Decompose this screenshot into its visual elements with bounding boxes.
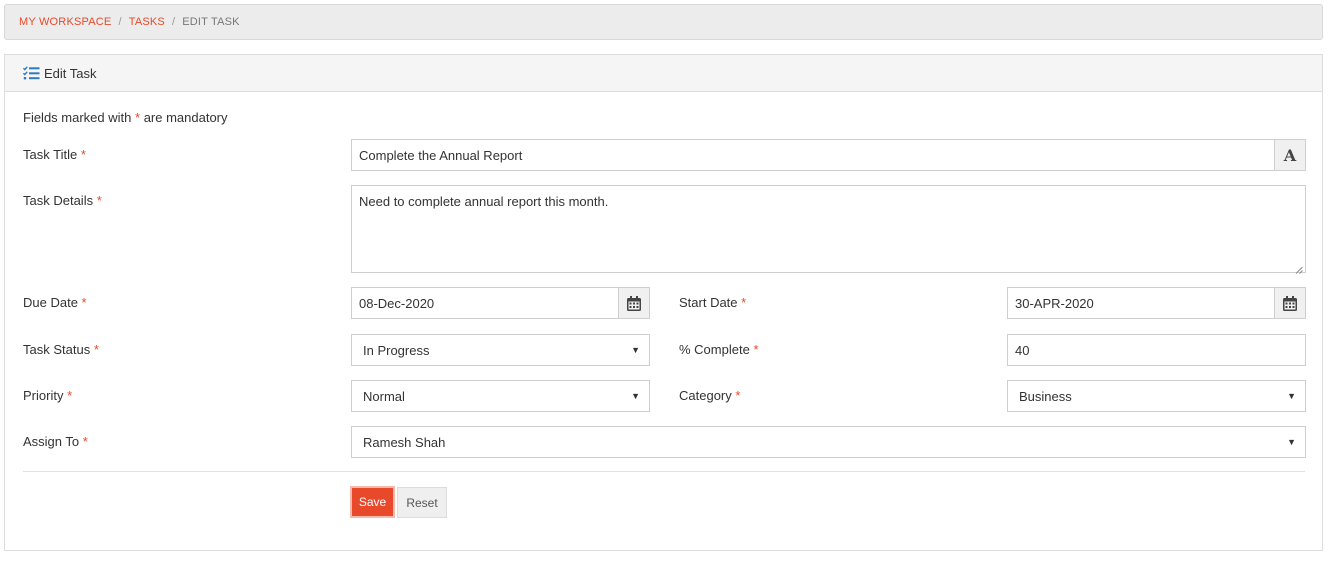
- start-date-label-text: Start Date: [679, 295, 738, 310]
- task-status-select[interactable]: In Progress ▼: [351, 334, 650, 366]
- assign-to-label: Assign To *: [23, 434, 88, 449]
- resize-grip-icon[interactable]: [1295, 262, 1303, 274]
- breadcrumb-my-workspace[interactable]: My Workspace: [19, 16, 111, 28]
- font-icon: A: [1283, 145, 1297, 165]
- task-status-label-text: Task Status: [23, 342, 91, 357]
- save-button[interactable]: Save: [350, 486, 395, 518]
- required-star: *: [67, 388, 73, 403]
- start-date-input[interactable]: 30-APR-2020: [1007, 287, 1306, 319]
- due-date-input[interactable]: 08-Dec-2020: [351, 287, 650, 319]
- mandatory-note-prefix: Fields marked with: [23, 110, 132, 125]
- priority-label: Priority *: [23, 388, 72, 403]
- assign-to-value: Ramesh Shah: [363, 434, 446, 450]
- task-details-label: Task Details *: [23, 193, 102, 208]
- percent-complete-input[interactable]: 40: [1007, 334, 1306, 366]
- required-star: *: [753, 342, 759, 357]
- percent-complete-value: 40: [1015, 342, 1030, 358]
- required-star: *: [93, 342, 99, 357]
- due-date-label: Due Date *: [23, 295, 87, 310]
- calendar-icon: [627, 295, 641, 311]
- assign-to-label-text: Assign To: [23, 434, 80, 449]
- priority-select[interactable]: Normal ▼: [351, 380, 650, 412]
- required-star: *: [81, 295, 87, 310]
- start-date-label: Start Date *: [679, 295, 746, 310]
- required-star: *: [741, 295, 747, 310]
- priority-label-text: Priority: [23, 388, 64, 403]
- task-list-icon: [22, 66, 40, 80]
- category-select[interactable]: Business ▼: [1007, 380, 1306, 412]
- calendar-icon: [1283, 295, 1297, 311]
- edit-task-panel: Edit Task Fields marked with * are manda…: [4, 54, 1323, 551]
- chevron-down-icon: ▼: [1287, 437, 1296, 447]
- panel-header: Edit Task: [5, 55, 1322, 92]
- breadcrumb: My Workspace / Tasks / Edit Task: [4, 4, 1323, 40]
- category-label: Category *: [679, 388, 740, 403]
- start-date-calendar-button[interactable]: [1274, 287, 1306, 319]
- task-details-label-text: Task Details: [23, 193, 94, 208]
- required-star: *: [96, 193, 102, 208]
- category-value: Business: [1019, 388, 1072, 404]
- breadcrumb-tasks[interactable]: Tasks: [129, 16, 165, 28]
- mandatory-note: Fields marked with * are mandatory: [23, 110, 228, 125]
- task-title-input[interactable]: Complete the Annual Report A: [351, 139, 1306, 171]
- task-title-label: Task Title *: [23, 147, 86, 162]
- reset-button[interactable]: Reset: [397, 487, 447, 518]
- task-title-label-text: Task Title: [23, 147, 78, 162]
- due-date-label-text: Due Date: [23, 295, 78, 310]
- form-divider: [23, 471, 1305, 472]
- required-star: *: [135, 110, 141, 125]
- percent-complete-label-text: % Complete: [679, 342, 750, 357]
- due-date-value: 08-Dec-2020: [359, 295, 435, 311]
- assign-to-select[interactable]: Ramesh Shah ▼: [351, 426, 1306, 458]
- required-star: *: [735, 388, 741, 403]
- mandatory-note-suffix: are mandatory: [143, 110, 228, 125]
- category-label-text: Category: [679, 388, 732, 403]
- breadcrumb-current: Edit Task: [182, 16, 240, 28]
- task-details-textarea[interactable]: Need to complete annual report this mont…: [351, 185, 1306, 274]
- task-status-value: In Progress: [363, 342, 430, 358]
- chevron-down-icon: ▼: [631, 345, 640, 355]
- required-star: *: [80, 147, 86, 162]
- task-title-value: Complete the Annual Report: [359, 147, 523, 163]
- task-status-label: Task Status *: [23, 342, 99, 357]
- font-style-button[interactable]: A: [1274, 139, 1306, 171]
- task-details-value: Need to complete annual report this mont…: [359, 194, 609, 209]
- start-date-value: 30-APR-2020: [1015, 295, 1094, 311]
- breadcrumb-separator: /: [118, 16, 122, 28]
- breadcrumb-separator: /: [171, 16, 176, 28]
- percent-complete-label: % Complete *: [679, 342, 759, 357]
- due-date-calendar-button[interactable]: [618, 287, 650, 319]
- panel-title: Edit Task: [44, 65, 97, 81]
- chevron-down-icon: ▼: [1287, 391, 1296, 401]
- priority-value: Normal: [363, 388, 405, 404]
- chevron-down-icon: ▼: [631, 391, 640, 401]
- required-star: *: [82, 434, 88, 449]
